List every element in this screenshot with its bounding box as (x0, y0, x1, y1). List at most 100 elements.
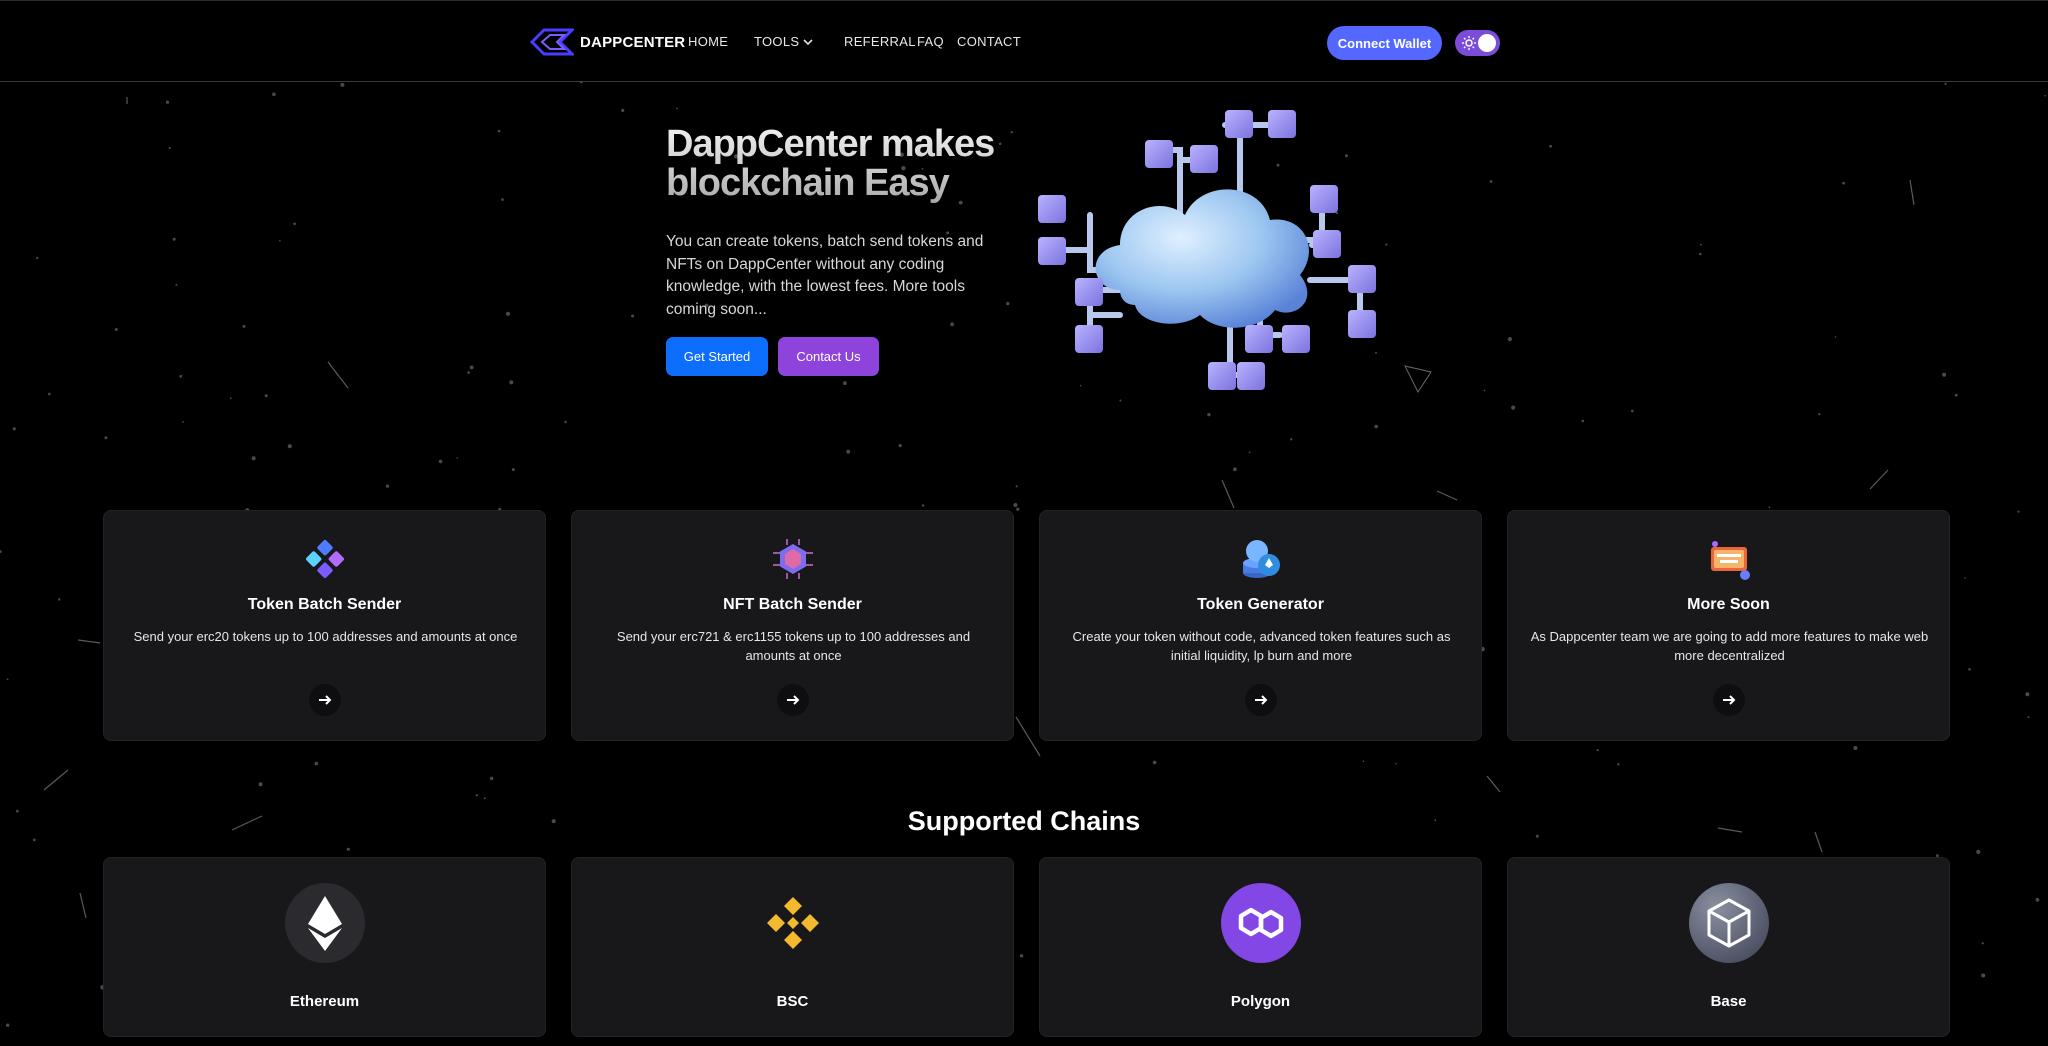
feature-card-token-generator[interactable]: Token Generator Create your token withou… (1039, 510, 1482, 741)
nav-contact[interactable]: CONTACT (957, 34, 1021, 49)
particle-line (43, 769, 69, 791)
nav-faq[interactable]: FAQ (917, 34, 944, 49)
star-dot (1944, 82, 1947, 86)
particle-line (77, 639, 101, 644)
star-dot (12, 427, 16, 431)
star-dot (1006, 301, 1010, 306)
star-dot (1768, 506, 1771, 509)
hero-title: DappCenter makes blockchain Easy (666, 125, 1006, 203)
star-dot (36, 256, 39, 260)
nft-chip-icon (773, 539, 813, 579)
star-dot (287, 444, 292, 449)
star-dot (475, 794, 478, 797)
ethereum-icon (285, 883, 365, 963)
star-dot (1834, 336, 1837, 338)
star-dot (489, 776, 494, 781)
star-dot (456, 457, 459, 459)
star-dot (168, 146, 171, 149)
star-dot (1853, 746, 1858, 750)
brand-logo[interactable]: DAPPCENTER (530, 27, 685, 57)
star-dot (251, 456, 256, 461)
star-dot (621, 108, 625, 112)
star-dot (1010, 131, 1013, 134)
arrow-right-icon[interactable] (777, 684, 809, 716)
star-dot (1968, 668, 1971, 671)
particle-line (1909, 179, 1915, 206)
contact-us-button[interactable]: Contact Us (778, 337, 879, 376)
feature-card-nft-batch-sender[interactable]: NFT Batch Sender Send your erc721 & erc1… (571, 510, 1014, 741)
arrow-right-icon[interactable] (1245, 684, 1277, 716)
star-dot (1290, 438, 1293, 441)
star-dot (1233, 467, 1237, 472)
star-dot (314, 761, 319, 766)
particle-triangle (1404, 365, 1432, 394)
star-dot (258, 782, 263, 787)
arrow-right-icon[interactable] (309, 684, 341, 716)
star-dot (1483, 389, 1486, 392)
chevron-down-icon[interactable] (801, 35, 815, 49)
star-dot (1954, 393, 1958, 397)
nav-referral[interactable]: REFERRAL (844, 34, 916, 49)
particle-line (1869, 469, 1889, 490)
star-dot (272, 92, 276, 97)
star-dot (631, 314, 635, 318)
star-dot (264, 394, 268, 398)
nav-home[interactable]: HOME (688, 34, 728, 49)
star-dot (1818, 413, 1821, 416)
connect-wallet-button[interactable]: Connect Wallet (1327, 26, 1442, 60)
page: DAPPCENTER HOME TOOLS REFERRAL FAQ CONTA… (0, 0, 2048, 1046)
feature-card-token-batch-sender[interactable]: Token Batch Sender Send your erc20 token… (103, 510, 546, 741)
star-dot (505, 311, 511, 316)
toggle-knob (1478, 34, 1496, 52)
star-dot (921, 504, 925, 507)
theme-toggle[interactable] (1455, 30, 1500, 56)
star-dot (385, 484, 389, 488)
star-dot (229, 397, 232, 400)
star-dot (1942, 372, 1947, 377)
star-dot (950, 322, 954, 327)
star-dot (1842, 181, 1845, 185)
star-dot (898, 444, 902, 448)
star-dot (846, 449, 851, 454)
star-dot (509, 380, 514, 385)
star-dot (104, 436, 108, 440)
star-dot (175, 283, 178, 286)
star-dot (1700, 243, 1702, 246)
chain-name: Polygon (1230, 993, 1291, 1010)
star-dot (676, 107, 678, 110)
chain-card-polygon[interactable]: Polygon (1039, 857, 1482, 1037)
nav-tools[interactable]: TOOLS (754, 34, 799, 49)
star-dot (172, 237, 176, 241)
star-dot (58, 598, 61, 601)
feature-card-more-soon[interactable]: More Soon As Dappcenter team we are goin… (1507, 510, 1950, 741)
star-dot (501, 198, 504, 201)
star-dot (1976, 849, 1981, 855)
chain-card-base[interactable]: Base (1507, 857, 1950, 1037)
arrow-right-icon[interactable] (1713, 684, 1745, 716)
star-dot (1016, 507, 1020, 511)
star-dot (2017, 510, 2020, 513)
card-title: NFT Batch Sender (723, 596, 862, 613)
brand-name: DAPPCENTER (580, 33, 686, 51)
chain-name: BSC (776, 993, 809, 1010)
star-dot (1374, 424, 1378, 429)
star-dot (1699, 252, 1702, 256)
chain-card-ethereum[interactable]: Ethereum (103, 857, 546, 1037)
star-dot (1362, 760, 1365, 762)
star-dot (1019, 954, 1024, 958)
star-dot (564, 420, 567, 424)
star-dot (6, 678, 9, 681)
star-dot (1631, 409, 1634, 413)
star-dot (1152, 760, 1157, 765)
card-description: As Dappcenter team we are going to add m… (1530, 629, 1929, 663)
star-dot (511, 468, 515, 472)
get-started-button[interactable]: Get Started (666, 337, 768, 376)
cloud-network-illustration (1038, 110, 1376, 390)
star-dot (1617, 763, 1620, 766)
chain-card-bsc[interactable]: BSC (571, 857, 1014, 1037)
supported-chains-heading: Supported Chains (907, 806, 1141, 836)
star-dot (1581, 419, 1585, 423)
star-dot (1507, 337, 1512, 342)
hero-title-line1: DappCenter makes (666, 123, 995, 165)
star-dot (1511, 405, 1516, 410)
